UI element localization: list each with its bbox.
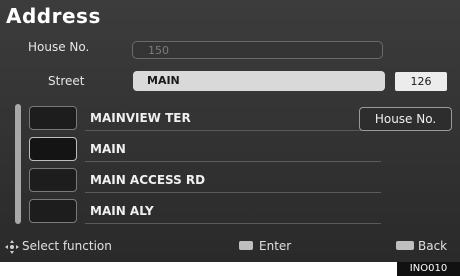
joystick-icon <box>5 240 19 254</box>
divider <box>85 161 381 162</box>
list-item-button[interactable] <box>29 168 77 192</box>
divider <box>85 130 381 131</box>
house-no-button[interactable]: House No. <box>359 107 452 131</box>
footer-bar: Select function Enter Back <box>0 236 460 258</box>
divider <box>85 192 381 193</box>
house-no-label: House No. <box>28 40 90 54</box>
list-item-label: MAIN ACCESS RD <box>90 173 206 187</box>
scrollbar[interactable] <box>15 104 21 224</box>
house-no-field[interactable]: 150 <box>132 41 383 59</box>
list-item-label: MAIN ALY <box>90 204 154 218</box>
page-title: Address <box>6 4 101 28</box>
address-screen: Address House No. 150 Street MAIN 126 MA… <box>0 0 460 262</box>
list-item-label: MAINVIEW TER <box>90 111 191 125</box>
list-item-label: MAIN <box>90 142 126 156</box>
list-item-button[interactable] <box>29 106 77 130</box>
enter-key-icon <box>239 241 253 250</box>
select-function-label: Select function <box>22 239 112 253</box>
image-code: INO010 <box>397 262 460 276</box>
enter-label: Enter <box>259 239 292 253</box>
match-count: 126 <box>395 72 447 91</box>
street-input[interactable]: MAIN <box>133 71 385 91</box>
list-item-button[interactable] <box>29 199 77 223</box>
back-key-icon <box>396 241 414 250</box>
list-item-button[interactable] <box>29 137 77 161</box>
divider <box>85 223 381 224</box>
street-label: Street <box>48 74 85 88</box>
back-label[interactable]: Back <box>418 239 447 253</box>
